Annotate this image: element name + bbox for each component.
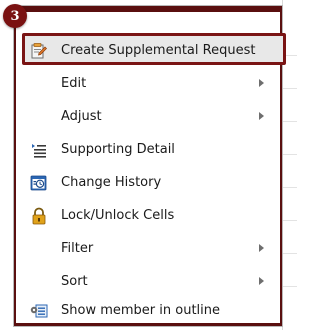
step-number-badge: 3 [3,4,27,28]
supporting-detail-icon [26,140,52,160]
menu-item-adjust[interactable]: Adjust [22,101,272,132]
create-supplemental-request-icon [26,41,52,61]
context-menu: Create Supplemental Request Edit Adjust [14,6,286,326]
menu-item-show-member-in-outline[interactable]: Show member in outline [22,295,272,326]
menu-item-supporting-detail[interactable]: Supporting Detail [22,134,272,165]
menu-item-lock-unlock-cells[interactable]: Lock/Unlock Cells [22,200,272,231]
menu-item-change-history[interactable]: Change History [22,167,272,198]
menu-item-label: Supporting Detail [61,142,175,157]
menu-item-label: Change History [61,175,162,190]
menu-item-label: Create Supplemental Request [61,43,256,58]
show-member-in-outline-icon [26,301,52,321]
menu-item-create-supplemental-request[interactable]: Create Supplemental Request [22,33,286,66]
submenu-arrow-icon [259,244,264,252]
change-history-icon [26,173,52,193]
menu-item-label: Adjust [61,109,102,124]
menu-item-filter[interactable]: Filter [22,233,272,264]
lock-icon [26,206,52,226]
submenu-arrow-icon [259,112,264,120]
menu-item-edit[interactable]: Edit [22,68,272,99]
submenu-arrow-icon [259,277,264,285]
menu-item-label: Show member in outline [61,303,220,318]
menu-item-label: Filter [61,241,94,256]
menu-item-label: Sort [61,274,88,289]
menu-item-sort[interactable]: Sort [22,266,272,297]
menu-item-label: Edit [61,76,87,91]
screenshot-stage: Create Supplemental Request Edit Adjust [0,0,297,330]
menu-item-label: Lock/Unlock Cells [61,208,175,223]
submenu-arrow-icon [259,79,264,87]
